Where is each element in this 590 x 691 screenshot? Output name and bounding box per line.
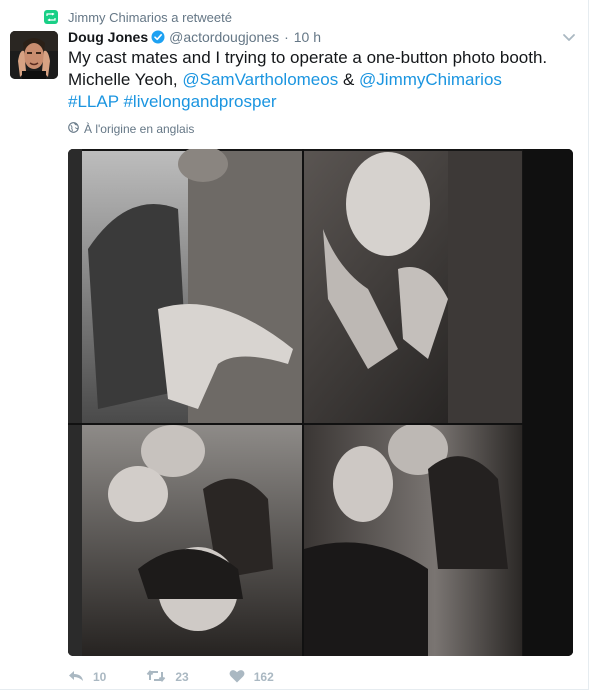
- hashtag-link-livelongandprosper[interactable]: #livelongandprosper: [123, 92, 276, 111]
- photo-booth-image: [68, 149, 573, 656]
- hashtag-link-llap[interactable]: #LLAP: [68, 92, 119, 111]
- tweet-text-mention-prefix: Michelle Yeoh,: [68, 70, 178, 89]
- heart-icon: [229, 669, 245, 686]
- retweet-badge-icon: [44, 10, 58, 24]
- tweet-card[interactable]: Jimmy Chimarios a retweeté Doug Jones @a…: [0, 0, 589, 690]
- tweet-photo[interactable]: [68, 149, 573, 656]
- verified-badge-icon: [151, 30, 165, 44]
- globe-icon: [68, 122, 79, 136]
- translate-label: À l'origine en anglais: [84, 122, 195, 136]
- tweet-text-line1: My cast mates and I trying to operate a …: [68, 48, 548, 67]
- retweet-context: Jimmy Chimarios a retweeté: [44, 8, 232, 26]
- chevron-down-icon[interactable]: [562, 31, 576, 43]
- tweet-text-ampersand: &: [342, 70, 355, 89]
- author-handle[interactable]: @actordougjones: [169, 29, 279, 45]
- like-count: 162: [253, 670, 274, 684]
- retweet-button[interactable]: 23: [146, 669, 189, 686]
- tweet-actions: 10 23 162: [68, 665, 274, 689]
- retweet-context-text[interactable]: Jimmy Chimarios a retweeté: [68, 10, 232, 25]
- reply-button[interactable]: 10: [68, 669, 106, 686]
- like-button[interactable]: 162: [229, 669, 274, 686]
- tweet-timestamp[interactable]: 10 h: [294, 29, 321, 45]
- reply-count: 10: [93, 670, 107, 684]
- tweet-text: My cast mates and I trying to operate a …: [68, 47, 568, 113]
- mention-link-jimmy[interactable]: @JimmyChimarios: [359, 70, 502, 89]
- tweet-header: Doug Jones @actordougjones · 10 h: [68, 29, 321, 45]
- header-separator: ·: [284, 29, 289, 45]
- author-fullname[interactable]: Doug Jones: [68, 29, 148, 45]
- retweet-count: 23: [175, 670, 189, 684]
- reply-icon: [68, 669, 84, 686]
- mention-link-sam[interactable]: @SamVartholomeos: [182, 70, 338, 89]
- translate-tweet[interactable]: À l'origine en anglais: [68, 122, 194, 136]
- retweet-icon: [146, 669, 166, 686]
- avatar[interactable]: [10, 31, 58, 79]
